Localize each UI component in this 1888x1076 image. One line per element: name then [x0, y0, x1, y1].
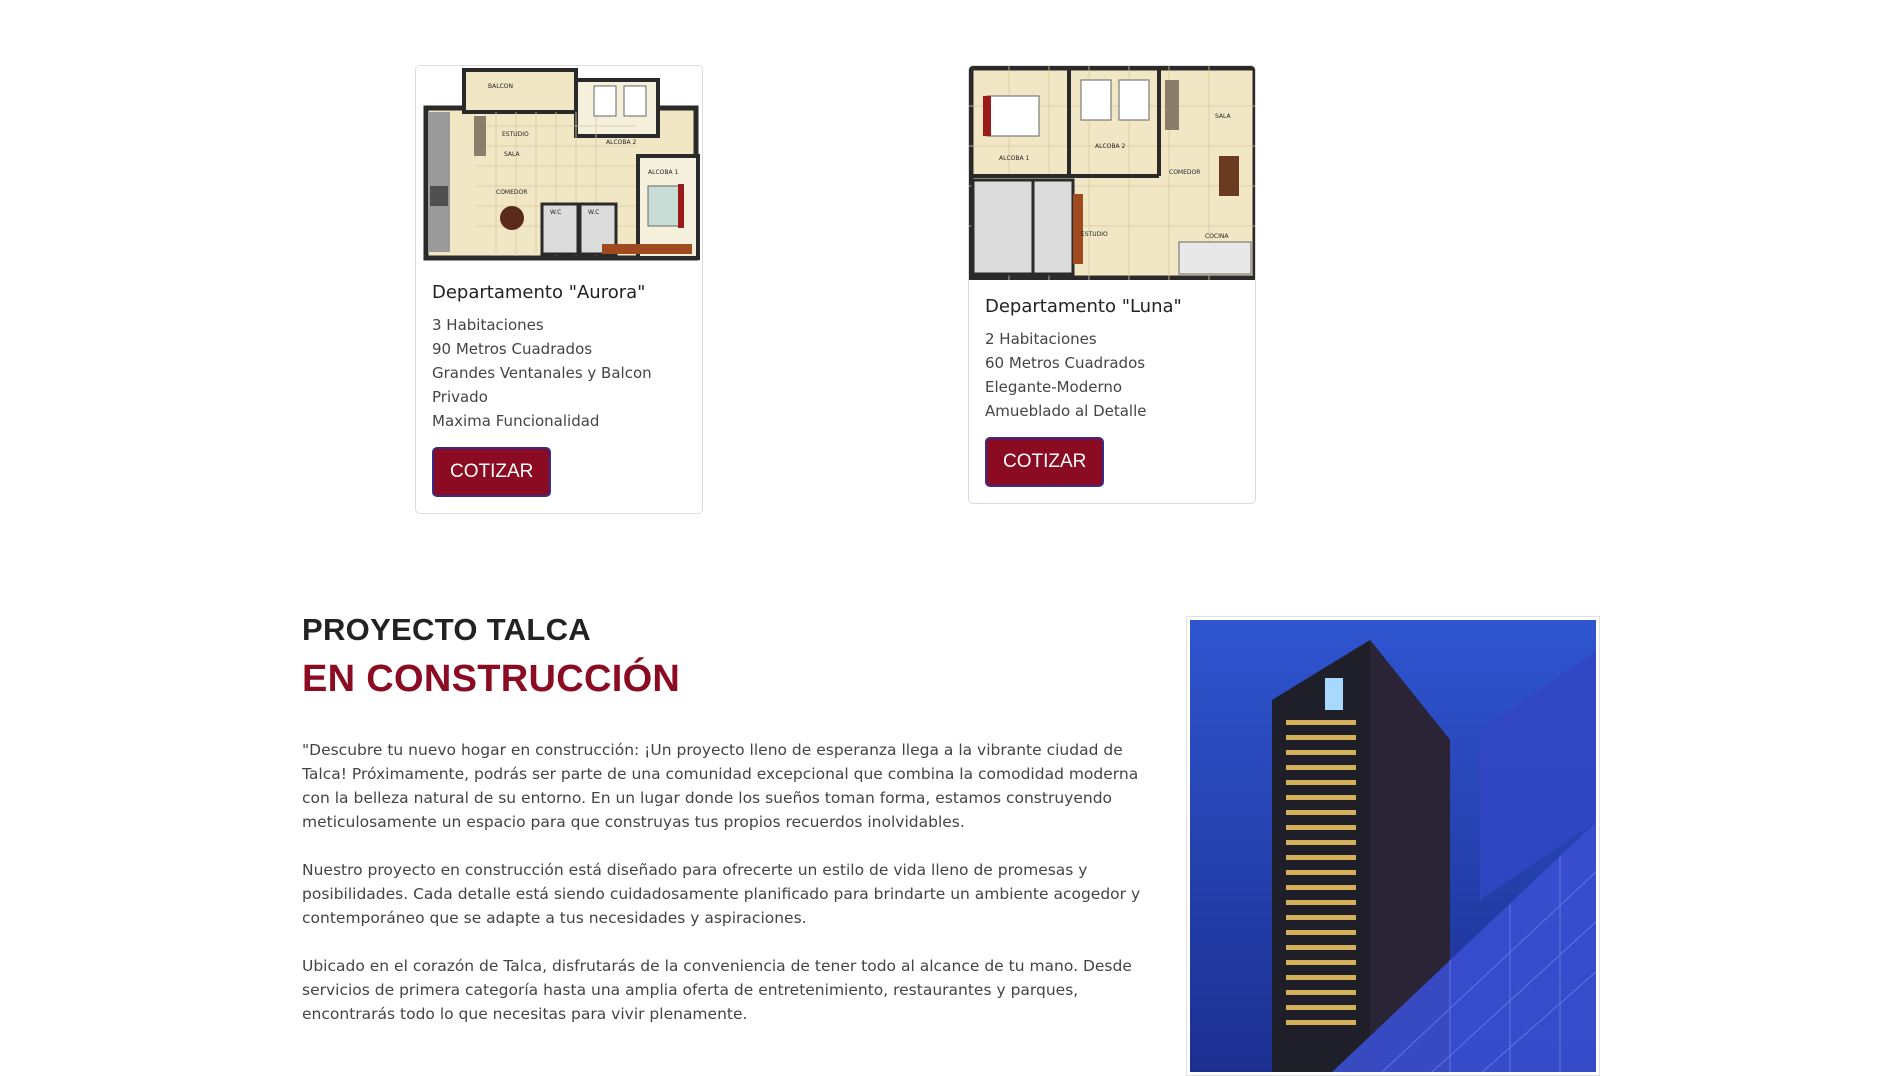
feature-furnished: Amueblado al Detalle [985, 402, 1147, 420]
plan-label: COMEDOR [496, 189, 527, 196]
project-paragraph-1: "Descubre tu nuevo hogar en construcción… [302, 741, 1139, 831]
building-photo [1190, 620, 1596, 1072]
project-title: PROYECTO TALCA [302, 612, 591, 647]
floor-plan-luna: SALA ALCOBA 1 ALCOBA 2 COMEDOR ESTUDIO C… [969, 66, 1255, 280]
plan-label: ESTUDIO [1081, 231, 1108, 238]
plan-label: BALCON [488, 83, 513, 90]
plan-label: ALCOBA 2 [1095, 143, 1125, 150]
project-paragraph-2: Nuestro proyecto en construcción está di… [302, 861, 1141, 927]
plan-label: COCINA [1205, 233, 1229, 240]
feature-area: 90 Metros Cuadrados [432, 340, 593, 358]
apartment-card-aurora: BALCON ESTUDIO SALA ALCOBA 2 ALCOBA 1 CO… [415, 65, 703, 514]
feature-style: Elegante-Moderno [985, 378, 1123, 396]
plan-label: ALCOBA 1 [648, 169, 678, 176]
project-subtitle: EN CONSTRUCCIÓN [302, 658, 681, 700]
feature-windows: Grandes Ventanales y Balcon Privado [432, 364, 652, 406]
feature-rooms: 2 Habitaciones [985, 330, 1097, 348]
card-title: Departamento "Luna" [985, 296, 1182, 317]
feature-area: 60 Metros Cuadrados [985, 354, 1146, 372]
plan-label: ALCOBA 1 [999, 155, 1029, 162]
plan-label: COMEDOR [1169, 169, 1200, 176]
quote-button-aurora[interactable]: COTIZAR [432, 447, 552, 497]
plan-label: SALA [1215, 113, 1232, 120]
building-photo-frame [1186, 616, 1600, 1076]
quote-button-luna[interactable]: COTIZAR [985, 437, 1105, 487]
project-paragraph-3: Ubicado en el corazón de Talca, disfruta… [302, 957, 1132, 1023]
card-title: Departamento "Aurora" [432, 282, 646, 303]
plan-label: W.C [588, 209, 599, 216]
feature-functionality: Maxima Funcionalidad [432, 412, 600, 430]
plan-label: W.C [550, 209, 561, 216]
floor-plan-aurora: BALCON ESTUDIO SALA ALCOBA 2 ALCOBA 1 CO… [416, 66, 702, 266]
feature-rooms: 3 Habitaciones [432, 316, 544, 334]
plan-label: SALA [504, 151, 521, 158]
apartment-card-luna: SALA ALCOBA 1 ALCOBA 2 COMEDOR ESTUDIO C… [968, 65, 1256, 504]
plan-label: ESTUDIO [502, 131, 529, 138]
plan-label: ALCOBA 2 [606, 139, 636, 146]
